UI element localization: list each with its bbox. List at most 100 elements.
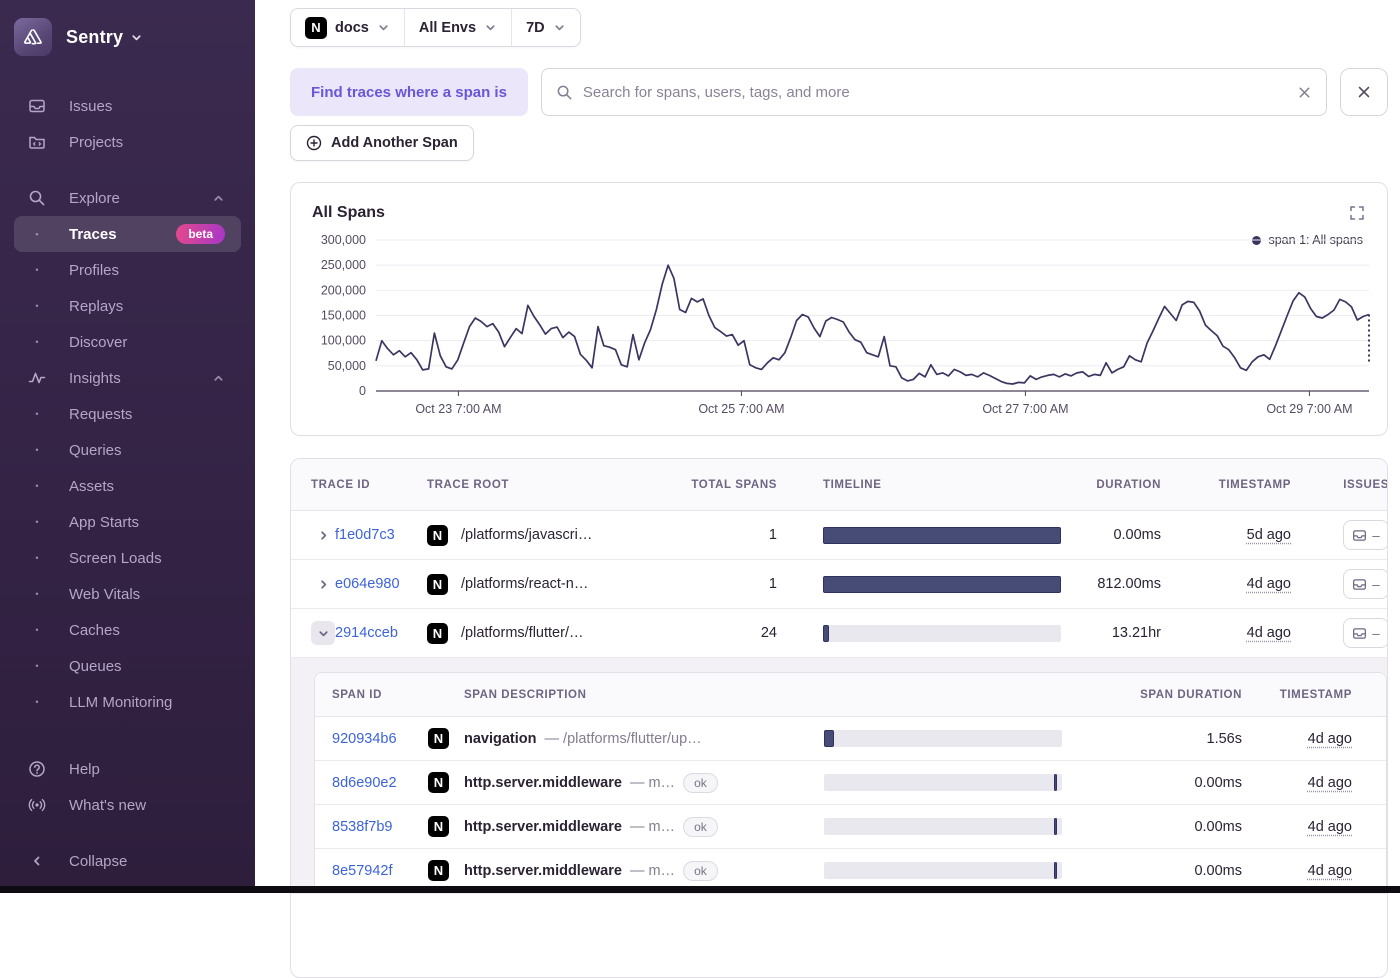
date-range-selector-label: 7D <box>526 20 545 36</box>
trace-id-link[interactable]: f1e0d7c3 <box>335 527 427 543</box>
timestamp-link[interactable]: 5d ago <box>1247 527 1291 543</box>
svg-text:0: 0 <box>359 384 366 398</box>
bullet-dot: • <box>27 553 47 563</box>
svg-text:150,000: 150,000 <box>321 309 366 323</box>
sidebar-item-insights[interactable]: Insights <box>14 360 241 396</box>
collapse-label: Collapse <box>69 853 127 870</box>
timeline-cell <box>823 527 1061 544</box>
sidebar-item-web-vitals[interactable]: •Web Vitals <box>14 576 241 612</box>
expand-chart-icon[interactable] <box>1349 205 1365 221</box>
search-icon <box>556 84 573 101</box>
duration-value: 812.00ms <box>1061 576 1161 592</box>
sidebar-item-label: Insights <box>69 370 121 387</box>
collapse-trace-button[interactable] <box>311 621 335 645</box>
sidebar-item-projects[interactable]: Projects <box>14 124 241 160</box>
sidebar-item-discover[interactable]: •Discover <box>14 324 241 360</box>
nextjs-project-icon: N <box>427 574 448 595</box>
issues-count-button[interactable]: – <box>1343 520 1388 550</box>
sidebar-item-what-s-new[interactable]: What's new <box>14 787 241 823</box>
sidebar-item-label: Help <box>69 761 100 778</box>
span-id-link[interactable]: 8e57942f <box>332 863 428 879</box>
span-status-badge: ok <box>683 773 718 793</box>
span-description: http.server.middleware— m…ok <box>464 861 824 881</box>
sidebar-item-screen-loads[interactable]: • Screen Loads <box>14 540 241 576</box>
col-timeline: TIMELINE <box>823 479 1061 491</box>
bullet-dot: • <box>27 409 47 419</box>
remove-span-filter-button[interactable] <box>1340 68 1388 116</box>
sidebar-item-queues[interactable]: •Queues <box>14 648 241 684</box>
span-id-link[interactable]: 8538f7b9 <box>332 819 428 835</box>
timeline-bar <box>823 625 829 642</box>
find-traces-label: Find traces where a span is <box>290 68 528 116</box>
timeline-bar <box>1054 862 1057 879</box>
timeline-cell <box>824 862 1062 879</box>
timestamp-link[interactable]: 4d ago <box>1308 731 1352 747</box>
sidebar-item-issues[interactable]: Issues <box>14 88 241 124</box>
bullet-dot: • <box>27 265 47 275</box>
sidebar-item-app-starts[interactable]: •App Starts <box>14 504 241 540</box>
chevron-left-icon <box>27 854 47 868</box>
timeline-bar <box>824 730 834 747</box>
span-description: navigation— /platforms/flutter/up… <box>464 731 824 747</box>
sidebar-item-label: Assets <box>69 478 114 495</box>
project-selector[interactable]: N docs <box>291 9 404 46</box>
beta-badge: beta <box>176 224 225 244</box>
sidebar-item-explore[interactable]: Explore <box>14 180 241 216</box>
chevron-up-icon <box>212 372 225 385</box>
sidebar-item-label: Web Vitals <box>69 586 140 603</box>
sidebar-collapse-button[interactable]: Collapse <box>14 843 241 879</box>
timestamp-link[interactable]: 4d ago <box>1247 576 1291 592</box>
timestamp-link[interactable]: 4d ago <box>1308 863 1352 879</box>
timeline-cell <box>824 818 1062 835</box>
span-op: navigation <box>464 731 537 747</box>
timestamp-link[interactable]: 4d ago <box>1247 625 1291 641</box>
col-span-duration: SPAN DURATION <box>1062 689 1242 701</box>
expand-trace-button[interactable] <box>311 572 335 596</box>
span-id-link[interactable]: 920934b6 <box>332 731 428 747</box>
sidebar-item-queries[interactable]: •Queries <box>14 432 241 468</box>
chevron-down-icon <box>484 21 497 34</box>
issues-count-button[interactable]: – <box>1343 618 1388 648</box>
span-search-input[interactable] <box>583 84 1287 101</box>
bullet-dot: • <box>27 301 47 311</box>
nextjs-project-icon: N <box>428 728 449 749</box>
timeline-track <box>823 625 1061 642</box>
org-name: Sentry <box>66 27 123 48</box>
sidebar-item-label: Requests <box>69 406 132 423</box>
sidebar-item-assets[interactable]: •Assets <box>14 468 241 504</box>
sidebar-item-profiles[interactable]: •Profiles <box>14 252 241 288</box>
sidebar-item-caches[interactable]: •Caches <box>14 612 241 648</box>
issues-count-button[interactable]: – <box>1343 569 1388 599</box>
sidebar-item-label: Traces <box>69 226 117 243</box>
span-id-link[interactable]: 8d6e90e2 <box>332 775 428 791</box>
expand-trace-button[interactable] <box>311 523 335 547</box>
add-another-span-button[interactable]: Add Another Span <box>290 125 474 161</box>
sidebar-item-llm-monitoring[interactable]: •LLM Monitoring <box>14 684 241 720</box>
col-duration: DURATION <box>1061 479 1161 491</box>
span-description: http.server.middleware— m…ok <box>464 773 824 793</box>
sidebar-item-traces[interactable]: •Tracesbeta <box>14 216 241 252</box>
svg-text:200,000: 200,000 <box>321 283 366 297</box>
timeline-track <box>823 576 1061 593</box>
timeline-cell <box>824 774 1062 791</box>
sidebar-item-label: Screen Loads <box>69 550 162 567</box>
span-row: 920934b6Nnavigation— /platforms/flutter/… <box>315 717 1386 761</box>
trace-id-link[interactable]: e064e980 <box>335 576 427 592</box>
span-filter-row: Find traces where a span is <box>290 68 1388 116</box>
sidebar-item-requests[interactable]: • Requests <box>14 396 241 432</box>
sidebar-item-replays[interactable]: •Replays <box>14 288 241 324</box>
duration-value: 0.00ms <box>1061 527 1161 543</box>
trace-id-link[interactable]: 2914cceb <box>335 625 427 641</box>
sidebar-item-help[interactable]: Help <box>14 751 241 787</box>
span-status-badge: ok <box>683 861 718 881</box>
col-span-id: SPAN ID <box>332 689 428 701</box>
date-range-selector[interactable]: 7D <box>511 9 580 46</box>
timestamp-link[interactable]: 4d ago <box>1308 775 1352 791</box>
org-switcher[interactable]: Sentry <box>0 14 255 58</box>
span-row: 8538f7b9Nhttp.server.middleware— m…ok0.0… <box>315 805 1386 849</box>
svg-text:Oct 25 7:00 AM: Oct 25 7:00 AM <box>698 402 784 416</box>
environment-selector[interactable]: All Envs <box>404 9 511 46</box>
timestamp-link[interactable]: 4d ago <box>1308 819 1352 835</box>
sidebar-item-label: Discover <box>69 334 127 351</box>
clear-search-button[interactable] <box>1297 85 1312 100</box>
